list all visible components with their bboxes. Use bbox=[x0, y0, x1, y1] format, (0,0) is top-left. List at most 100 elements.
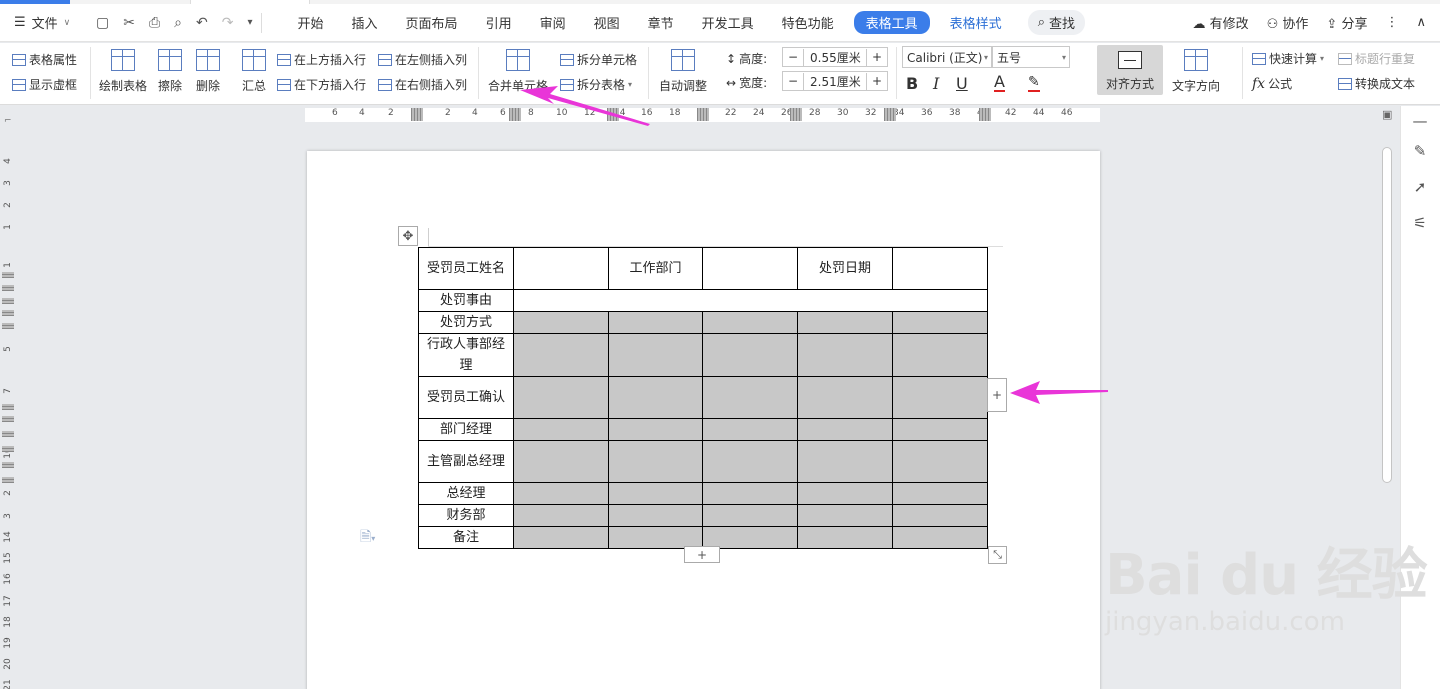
table-row-label[interactable]: 财务部 bbox=[418, 504, 514, 527]
font-color-icon[interactable]: A bbox=[994, 74, 1005, 92]
collab-button[interactable]: ⚇ 协作 bbox=[1267, 13, 1309, 32]
add-row-button[interactable]: + bbox=[684, 546, 720, 563]
convert-to-text-button[interactable]: 转换成文本 bbox=[1338, 75, 1415, 92]
height-stepper[interactable]: − 0.55厘米 + bbox=[782, 47, 888, 67]
table-cell[interactable] bbox=[513, 482, 609, 505]
formula-button[interactable]: fx 公式 bbox=[1252, 75, 1292, 92]
table-cell[interactable] bbox=[513, 247, 609, 290]
table-row-label[interactable]: 部门经理 bbox=[418, 418, 514, 441]
ruler-row-marker[interactable] bbox=[2, 323, 14, 329]
table-cell[interactable] bbox=[608, 333, 703, 377]
decrease-height-button[interactable]: − bbox=[783, 50, 803, 64]
tab-view[interactable]: 视图 bbox=[580, 13, 634, 32]
underline-icon[interactable]: U bbox=[956, 74, 968, 93]
table-cell[interactable] bbox=[608, 418, 703, 441]
table-cell[interactable] bbox=[702, 440, 798, 483]
increase-height-button[interactable]: + bbox=[867, 50, 887, 64]
table-cell[interactable] bbox=[702, 504, 798, 527]
paragraph-menu-icon[interactable]: 🗎▾ bbox=[360, 526, 375, 550]
modified-button[interactable]: ☁ 有修改 bbox=[1192, 13, 1248, 32]
table-cell[interactable] bbox=[608, 440, 703, 483]
settings-sliders-icon[interactable]: ⚟ bbox=[1411, 214, 1429, 232]
table-cell[interactable] bbox=[892, 526, 988, 549]
table-cell[interactable] bbox=[892, 311, 988, 334]
ruler-column-marker[interactable] bbox=[884, 108, 896, 121]
scrollbar-thumb[interactable] bbox=[1382, 147, 1392, 483]
table-cell[interactable] bbox=[797, 504, 893, 527]
draw-table-button[interactable]: 绘制表格 bbox=[99, 49, 147, 94]
ruler-row-marker[interactable] bbox=[2, 431, 14, 437]
table-cell[interactable] bbox=[892, 418, 988, 441]
table-cell[interactable] bbox=[702, 333, 798, 377]
collapse-ribbon-icon[interactable]: ∧ bbox=[1416, 15, 1426, 30]
table-row-label[interactable]: 行政人事部经理 bbox=[418, 333, 514, 377]
align-button[interactable]: 对齐方式 bbox=[1097, 45, 1163, 95]
table-properties-button[interactable]: 表格属性 bbox=[12, 51, 77, 68]
table-cell[interactable] bbox=[892, 376, 988, 419]
table-cell[interactable] bbox=[797, 418, 893, 441]
split-cells-button[interactable]: 拆分单元格 bbox=[560, 51, 637, 68]
table-row-label[interactable]: 受罚员工确认 bbox=[418, 376, 514, 419]
table-cell[interactable] bbox=[797, 333, 893, 377]
ruler-row-marker[interactable] bbox=[2, 477, 14, 483]
ruler-row-marker[interactable] bbox=[2, 404, 14, 410]
table-row-label[interactable]: 受罚员工姓名 bbox=[418, 247, 514, 290]
ruler-row-marker[interactable] bbox=[2, 310, 14, 316]
repeat-header-button[interactable]: 标题行重复 bbox=[1338, 50, 1415, 67]
increase-width-button[interactable]: + bbox=[867, 74, 887, 88]
auto-fit-button[interactable]: 自动调整 bbox=[659, 49, 707, 94]
ruler-column-marker[interactable] bbox=[697, 108, 709, 121]
table-cell[interactable] bbox=[608, 311, 703, 334]
search-box[interactable]: ⌕ 查找 bbox=[1027, 10, 1085, 35]
table-cell[interactable] bbox=[513, 333, 609, 377]
ruler-row-marker[interactable] bbox=[2, 285, 14, 291]
erase-button[interactable]: 擦除 bbox=[158, 49, 182, 94]
table-cell[interactable] bbox=[513, 311, 609, 334]
italic-icon[interactable]: I bbox=[933, 74, 939, 93]
more-icon[interactable]: ⋮ bbox=[1385, 15, 1398, 30]
ruler-column-marker[interactable] bbox=[411, 108, 423, 121]
table-cell[interactable] bbox=[608, 482, 703, 505]
ruler-row-marker[interactable] bbox=[2, 446, 14, 452]
collapse-panel-icon[interactable]: — bbox=[1411, 112, 1429, 130]
table-cell[interactable]: 处罚日期 bbox=[797, 247, 893, 290]
document-table[interactable]: 受罚员工姓名 工作部门 处罚日期 处罚事由 处罚方式 行政人事部经理 受罚员工确认 部门经理主… bbox=[418, 247, 988, 549]
table-cell[interactable] bbox=[513, 376, 609, 419]
table-row-label[interactable]: 处罚事由 bbox=[418, 289, 514, 312]
table-cell[interactable]: 工作部门 bbox=[608, 247, 703, 290]
table-resize-handle[interactable]: ⤡ bbox=[988, 546, 1007, 564]
table-cell[interactable] bbox=[513, 289, 988, 312]
print-preview-icon[interactable]: ⌕ bbox=[174, 15, 182, 31]
table-cell[interactable] bbox=[892, 333, 988, 377]
tab-references[interactable]: 引用 bbox=[472, 13, 526, 32]
insert-row-above-button[interactable]: 在上方插入行 bbox=[277, 51, 366, 68]
table-row-label[interactable]: 总经理 bbox=[418, 482, 514, 505]
add-column-button[interactable]: + bbox=[987, 378, 1007, 412]
table-cell[interactable] bbox=[702, 311, 798, 334]
text-direction-button[interactable]: 文字方向 bbox=[1172, 49, 1220, 94]
delete-button[interactable]: 删除 bbox=[196, 49, 220, 94]
table-cell[interactable] bbox=[797, 440, 893, 483]
table-cell[interactable] bbox=[702, 482, 798, 505]
width-value[interactable]: 2.51厘米 bbox=[803, 72, 867, 90]
tab-chapter[interactable]: 章节 bbox=[634, 13, 688, 32]
tab-page-layout[interactable]: 页面布局 bbox=[392, 13, 472, 32]
decrease-width-button[interactable]: − bbox=[783, 74, 803, 88]
table-cell[interactable] bbox=[513, 504, 609, 527]
table-cell[interactable] bbox=[797, 526, 893, 549]
highlight-icon[interactable]: ✎ bbox=[1028, 74, 1040, 92]
insert-col-right-button[interactable]: 在右侧插入列 bbox=[378, 76, 467, 93]
font-name-select[interactable]: Calibri (正文) ▾ bbox=[902, 46, 992, 68]
edit-pen-icon[interactable]: ✎ bbox=[1411, 142, 1429, 160]
ruler-row-marker[interactable] bbox=[2, 416, 14, 422]
quick-calc-button[interactable]: 快速计算 ▾ bbox=[1252, 50, 1324, 67]
ruler-row-marker[interactable] bbox=[2, 272, 14, 278]
ruler-column-marker[interactable] bbox=[790, 108, 802, 121]
insert-row-below-button[interactable]: 在下方插入行 bbox=[277, 76, 366, 93]
show-gridlines-button[interactable]: 显示虚框 bbox=[12, 76, 77, 93]
summary-button[interactable]: 汇总 bbox=[242, 49, 266, 94]
format-painter-icon[interactable]: ✂ bbox=[123, 15, 135, 31]
table-cell[interactable] bbox=[892, 504, 988, 527]
undo-icon[interactable]: ↶ bbox=[196, 15, 208, 31]
table-row-label[interactable]: 处罚方式 bbox=[418, 311, 514, 334]
